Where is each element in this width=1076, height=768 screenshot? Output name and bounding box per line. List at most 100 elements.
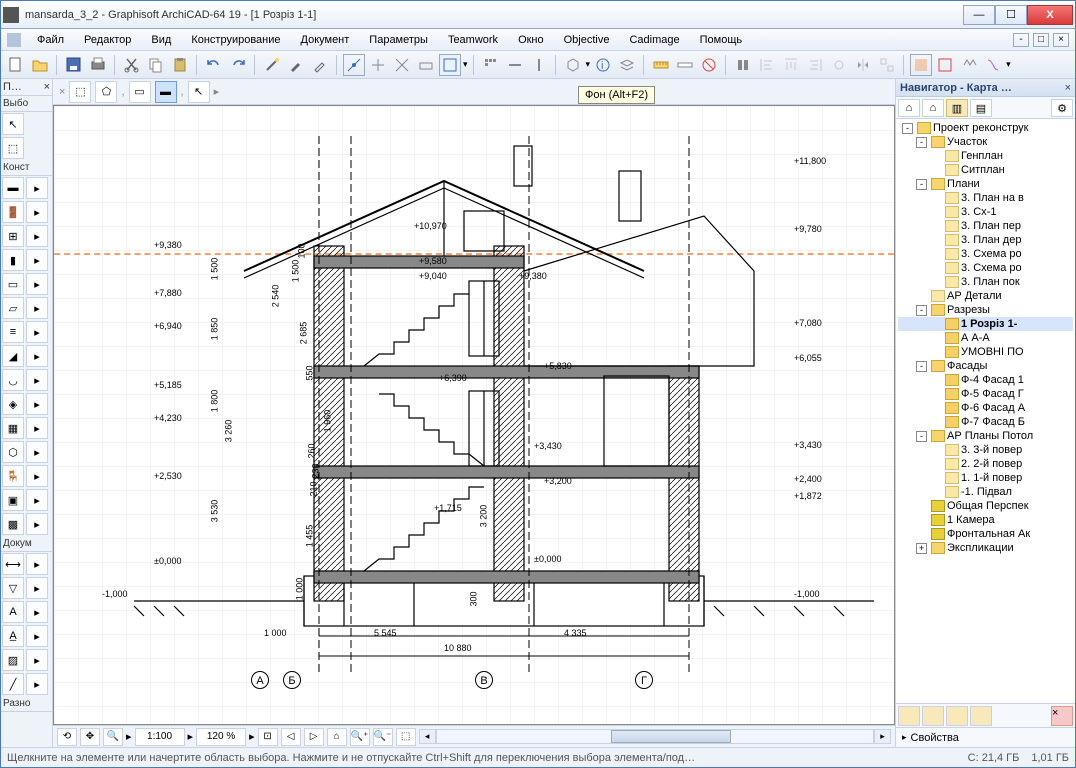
fit-button[interactable]: ⊡ (258, 728, 278, 746)
pan-button[interactable]: ✥ (80, 728, 100, 746)
marquee-tool[interactable]: ⬚ (2, 137, 24, 159)
sub-close-icon[interactable]: × (59, 86, 65, 98)
tree-node[interactable]: 3. План дер (898, 233, 1073, 247)
zoom-button[interactable]: 🔍 (103, 728, 123, 746)
tree-node[interactable]: АР Детали (898, 289, 1073, 303)
align-left-button[interactable] (756, 54, 778, 76)
stair-opt[interactable]: ▸ (26, 321, 48, 343)
menu-objective[interactable]: Objective (556, 32, 618, 48)
menu-file[interactable]: Файл (29, 32, 72, 48)
new-button[interactable] (5, 54, 27, 76)
skylight-opt[interactable]: ▸ (26, 393, 48, 415)
hscroll-thumb[interactable] (611, 730, 731, 743)
wall-tool[interactable]: ▬ (2, 177, 24, 199)
print-button[interactable] (87, 54, 109, 76)
scroll-right-button[interactable]: ▸ (874, 729, 891, 744)
arrow-tool[interactable]: ↖ (2, 113, 24, 135)
zone-tool[interactable]: ▣ (2, 489, 24, 511)
zoom-extents-button[interactable]: 🔍⁺ (350, 728, 370, 746)
fill-opt[interactable]: ▸ (26, 649, 48, 671)
mirror-button[interactable] (852, 54, 874, 76)
dimension-tool[interactable]: ⟷ (2, 553, 24, 575)
redo-button[interactable] (227, 54, 249, 76)
menu-help[interactable]: Помощь (692, 32, 751, 48)
align-right-button[interactable] (804, 54, 826, 76)
tree-node[interactable]: Ситплан (898, 163, 1073, 177)
label-tool[interactable]: A̲ (2, 625, 24, 647)
tree-node[interactable]: Генплан (898, 149, 1073, 163)
minimize-button[interactable]: — (963, 5, 995, 25)
tree-node[interactable]: -Участок (898, 135, 1073, 149)
slab-tool[interactable]: ▱ (2, 297, 24, 319)
trace-button[interactable] (910, 54, 932, 76)
tree-node[interactable]: -Плани (898, 177, 1073, 191)
view3d-button[interactable] (562, 54, 584, 76)
morph-opt[interactable]: ▸ (26, 441, 48, 463)
shell-tool[interactable]: ◡ (2, 369, 24, 391)
navigator-close-button[interactable]: × (1065, 82, 1071, 94)
prev-zoom-button[interactable]: ◁ (281, 728, 301, 746)
rotate-button[interactable] (828, 54, 850, 76)
mesh-tool[interactable]: ▩ (2, 513, 24, 535)
zone-opt[interactable]: ▸ (26, 489, 48, 511)
menu-design[interactable]: Конструирование (183, 32, 288, 48)
tree-node[interactable]: А А-А (898, 331, 1073, 345)
nav-tab-layout[interactable]: ▥ (946, 99, 968, 117)
window-tool[interactable]: ⊞ (2, 225, 24, 247)
snap-surface-button[interactable] (415, 54, 437, 76)
menu-document[interactable]: Документ (293, 32, 358, 48)
zoom-window-button[interactable]: ⬚ (396, 728, 416, 746)
none-icon[interactable] (698, 54, 720, 76)
door-tool[interactable]: 🚪 (2, 201, 24, 223)
zoom-out-button[interactable]: 🔍⁻ (373, 728, 393, 746)
snap-grid-button[interactable] (367, 54, 389, 76)
tree-node[interactable]: 3. Сх-1 (898, 205, 1073, 219)
syringe-button[interactable] (309, 54, 331, 76)
nav-save-view-button[interactable] (922, 706, 944, 726)
orbit-button[interactable]: ⟲ (57, 728, 77, 746)
properties-header[interactable]: Свойства (896, 727, 1075, 747)
scroll-left-button[interactable]: ◂ (419, 729, 436, 744)
tree-node[interactable]: 3. План пок (898, 275, 1073, 289)
object-tool[interactable]: 🪑 (2, 465, 24, 487)
tree-node[interactable]: 3. Схема ро (898, 247, 1073, 261)
tree-node[interactable]: 3. Схема ро (898, 261, 1073, 275)
eyedropper-button[interactable] (285, 54, 307, 76)
hscroll-track[interactable] (436, 729, 874, 744)
paste-button[interactable] (169, 54, 191, 76)
panel-close-icon[interactable]: × (44, 81, 50, 93)
menu-view[interactable]: Вид (143, 32, 179, 48)
next-zoom-button[interactable]: ▷ (304, 728, 324, 746)
scale-input[interactable] (135, 728, 185, 746)
tree-node[interactable]: 3. План пер (898, 219, 1073, 233)
sel-rect-button[interactable]: ⬚ (69, 81, 91, 103)
window-opt[interactable]: ▸ (26, 225, 48, 247)
open-button[interactable] (29, 54, 51, 76)
nav-settings-button[interactable] (970, 706, 992, 726)
door-opt[interactable]: ▸ (26, 201, 48, 223)
stair-tool[interactable]: ≡ (2, 321, 24, 343)
renovation-button[interactable] (958, 54, 980, 76)
measure-button[interactable] (650, 54, 672, 76)
curtain-opt[interactable]: ▸ (26, 417, 48, 439)
navigator-tree[interactable]: -Проект реконструк-УчастокГенпланСитплан… (896, 119, 1075, 703)
menu-window[interactable]: Окно (510, 32, 552, 48)
drawing-canvas[interactable]: +9,380 +7,880 +6,940 +5,185 +4,230 +2,53… (53, 105, 895, 725)
text-tool[interactable]: A (2, 601, 24, 623)
morph-tool[interactable]: ⬡ (2, 441, 24, 463)
info-button[interactable]: i (592, 54, 614, 76)
nav-tab-view[interactable]: ⌂ (922, 99, 944, 117)
tree-node[interactable]: Ф-7 Фасад Б (898, 415, 1073, 429)
tree-node[interactable]: 3. План на в (898, 191, 1073, 205)
text-opt[interactable]: ▸ (26, 601, 48, 623)
tree-node[interactable]: Ф-5 Фасад Г (898, 387, 1073, 401)
mdi-minimize-button[interactable]: - (1013, 33, 1029, 47)
slab-opt[interactable]: ▸ (26, 297, 48, 319)
beam-tool[interactable]: ▭ (2, 273, 24, 295)
mdi-restore-button[interactable]: □ (1033, 33, 1049, 47)
shell-opt[interactable]: ▸ (26, 369, 48, 391)
tree-node[interactable]: 1 Розріз 1- (898, 317, 1073, 331)
wall-opt[interactable]: ▸ (26, 177, 48, 199)
roof-opt[interactable]: ▸ (26, 345, 48, 367)
column-tool[interactable]: ▮ (2, 249, 24, 271)
